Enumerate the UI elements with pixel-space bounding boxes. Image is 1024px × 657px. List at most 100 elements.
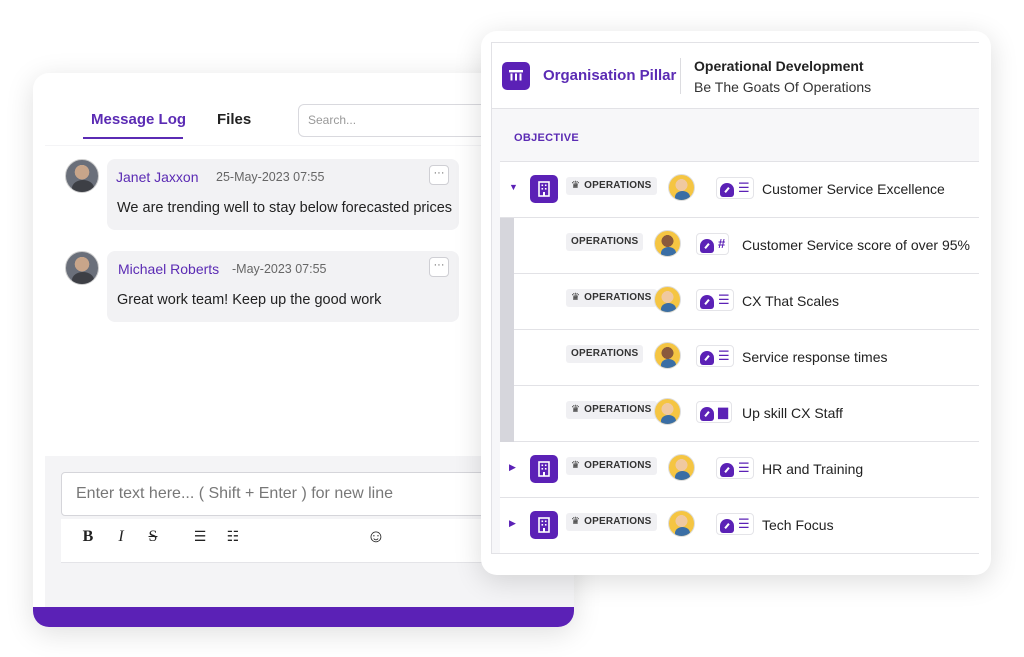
message-bubble: Janet Jaxxon 25-May-2023 07:55 ··· We ar… [107, 159, 459, 230]
progress-type-icons[interactable]: ☰ [696, 289, 734, 311]
page-subtitle: Be The Goats Of Operations [694, 79, 872, 95]
hash-icon: # [718, 236, 726, 251]
bullet-list-icon[interactable]: ☰ [190, 528, 210, 545]
owner-team-label: OPERATIONS [571, 236, 639, 247]
objective-row[interactable]: ▶ ♛ OPERATIONS ☰ Tech Focus [500, 498, 979, 553]
message-timestamp: 25-May-2023 07:55 [216, 170, 325, 184]
progress-type-icons[interactable]: ☰ [716, 177, 754, 199]
card-footer-bar [33, 607, 574, 627]
divider [680, 58, 681, 94]
list-icon: ☰ [738, 460, 750, 475]
box-icon: ▆ [718, 404, 728, 419]
progress-type-icons[interactable]: # [696, 233, 730, 255]
owner-team-label: OPERATIONS [584, 404, 652, 415]
progress-type-icons[interactable]: ☰ [716, 513, 754, 535]
owner-team-label: OPERATIONS [584, 292, 652, 303]
owner-avatar[interactable] [668, 174, 695, 201]
pillar-icon [502, 62, 530, 90]
owner-team-tag[interactable]: ♛ OPERATIONS [566, 289, 657, 307]
key-results-rail [500, 218, 514, 442]
objective-rows: ▼ ♛ OPERATIONS ☰ Customer Service Excellence… [500, 161, 979, 553]
crown-icon: ♛ [571, 404, 581, 415]
list-icon: ☰ [718, 348, 730, 363]
owner-avatar[interactable] [654, 398, 681, 425]
owner-team-tag[interactable]: ♛ OPERATIONS [566, 401, 657, 419]
active-tab-indicator [83, 137, 183, 139]
owner-team-tag[interactable]: OPERATIONS [566, 233, 644, 251]
crown-icon: ♛ [571, 460, 581, 471]
building-icon [530, 511, 558, 539]
owner-team-tag[interactable]: ♛ OPERATIONS [566, 177, 657, 195]
gauge-icon [700, 350, 714, 365]
italic-button[interactable]: I [111, 528, 131, 546]
pillar-header: Organisation Pillar Operational Developm… [492, 43, 979, 109]
message-author[interactable]: Michael Roberts [118, 261, 219, 277]
owner-avatar[interactable] [654, 342, 681, 369]
numbered-list-icon[interactable]: ☷ [223, 528, 243, 545]
gauge-icon [700, 406, 714, 421]
owner-team-tag[interactable]: OPERATIONS [566, 345, 644, 363]
crown-icon: ♛ [571, 180, 581, 191]
key-result-row[interactable]: ♛ OPERATIONS ▆ Up skill CX Staff [514, 386, 979, 442]
gauge-icon [700, 294, 714, 309]
owner-avatar[interactable] [668, 510, 695, 537]
key-result-title[interactable]: Customer Service score of over 95% [742, 237, 970, 253]
tab-files[interactable]: Files [217, 111, 251, 128]
key-result-title[interactable]: Service response times [742, 349, 888, 365]
message-timestamp: -May-2023 07:55 [232, 262, 327, 276]
avatar [65, 159, 99, 193]
gauge-icon [700, 238, 714, 253]
owner-avatar[interactable] [654, 230, 681, 257]
chevron-right-icon[interactable]: ▶ [509, 518, 516, 529]
owner-team-label: OPERATIONS [584, 460, 652, 471]
objective-title[interactable]: HR and Training [762, 461, 863, 477]
tab-message-log[interactable]: Message Log [91, 111, 186, 128]
gauge-icon [720, 182, 734, 197]
objective-title[interactable]: Tech Focus [762, 517, 834, 533]
strikethrough-button[interactable]: S [143, 528, 163, 546]
message-author[interactable]: Janet Jaxxon [116, 169, 199, 185]
building-icon [530, 175, 558, 203]
key-result-row[interactable]: OPERATIONS # Customer Service score of ove… [514, 218, 979, 274]
owner-team-tag[interactable]: ♛ OPERATIONS [566, 513, 657, 531]
chevron-right-icon[interactable]: ▶ [509, 462, 516, 473]
owner-team-label: OPERATIONS [571, 348, 639, 359]
objective-column-header: OBJECTIVE [514, 132, 580, 144]
page-title: Operational Development [694, 58, 864, 74]
gauge-icon [720, 518, 734, 533]
list-icon: ☰ [738, 516, 750, 531]
pillar-title[interactable]: Organisation Pillar [543, 67, 676, 84]
objective-list-container: Organisation Pillar Operational Developm… [491, 42, 979, 554]
crown-icon: ♛ [571, 292, 581, 303]
crown-icon: ♛ [571, 516, 581, 527]
organisation-pillar-panel: Organisation Pillar Operational Developm… [481, 31, 991, 575]
message-bubble: Michael Roberts -May-2023 07:55 ··· Grea… [107, 251, 459, 322]
message-composer-input[interactable]: Enter text here... ( Shift + Enter ) for… [61, 472, 531, 516]
objective-row[interactable]: ▼ ♛ OPERATIONS ☰ Customer Service Excellence [500, 162, 979, 218]
gauge-icon [720, 462, 734, 477]
message-text: We are trending well to stay below forec… [117, 200, 453, 216]
list-icon: ☰ [738, 180, 750, 195]
message-more-button[interactable]: ··· [429, 165, 449, 185]
list-icon: ☰ [718, 292, 730, 307]
owner-avatar[interactable] [654, 286, 681, 313]
owner-avatar[interactable] [668, 454, 695, 481]
message-more-button[interactable]: ··· [429, 257, 449, 277]
progress-type-icons[interactable]: ☰ [716, 457, 754, 479]
emoji-icon[interactable]: ☺ [366, 526, 386, 547]
key-result-row[interactable]: OPERATIONS ☰ Service response times [514, 330, 979, 386]
owner-team-label: OPERATIONS [584, 180, 652, 191]
objective-row[interactable]: ▶ ♛ OPERATIONS ☰ HR and Training [500, 442, 979, 498]
key-result-title[interactable]: CX That Scales [742, 293, 839, 309]
bold-button[interactable]: B [78, 528, 98, 546]
avatar [65, 251, 99, 285]
owner-team-tag[interactable]: ♛ OPERATIONS [566, 457, 657, 475]
message-text: Great work team! Keep up the good work [117, 292, 382, 308]
progress-type-icons[interactable]: ☰ [696, 345, 734, 367]
key-result-row[interactable]: ♛ OPERATIONS ☰ CX That Scales [514, 274, 979, 330]
key-result-title[interactable]: Up skill CX Staff [742, 405, 843, 421]
owner-team-label: OPERATIONS [584, 516, 652, 527]
chevron-down-icon[interactable]: ▼ [509, 182, 518, 192]
progress-type-icons[interactable]: ▆ [696, 401, 732, 423]
objective-title[interactable]: Customer Service Excellence [762, 181, 945, 197]
